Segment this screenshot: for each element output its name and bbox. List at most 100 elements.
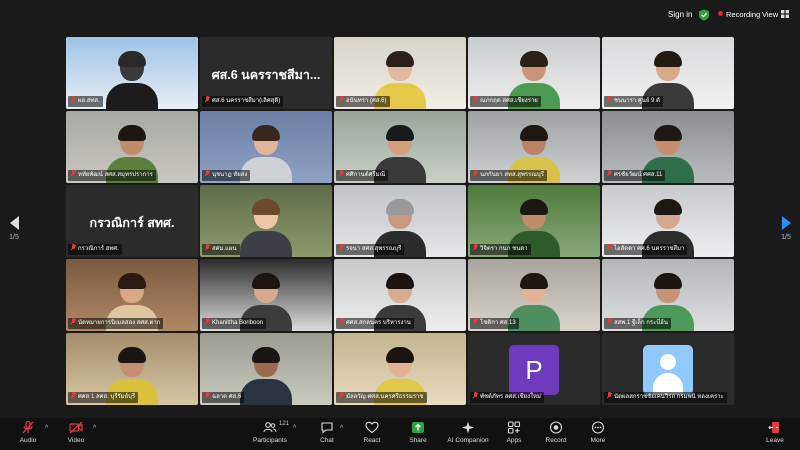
participant-tile[interactable]: ฉลาด ศส.6 (200, 333, 332, 405)
participant-tile[interactable]: โชติกา ศส.13 (468, 259, 600, 331)
participant-tile[interactable]: กรวณิการ์ สทศ. กรวณิการ์ สทศ. (66, 185, 198, 257)
participant-nameplate: ผอ.สทส. (68, 96, 103, 107)
share-screen-icon (412, 422, 424, 433)
participant-nameplate: พัชต์ภัทร สศส.เชียงใหม่ (470, 392, 544, 403)
mic-muted-icon (70, 318, 76, 325)
apps-label: Apps (506, 437, 522, 444)
participant-tile[interactable]: ศศส 1 สศส. บุรีรัมย์บุรี (66, 333, 198, 405)
mic-muted-icon (204, 170, 210, 177)
participant-tile[interactable]: มัลลวัญ ศศส.นครศรีธรรมราช (334, 333, 466, 405)
participant-tile[interactable]: รจนา สศส.สุพรรณบุรี (334, 185, 466, 257)
top-bar: Sign in Recording View (0, 0, 800, 30)
participant-tile[interactable]: ไอลัดดา ศศ.6 นครราชสีมา (602, 185, 734, 257)
participant-tile[interactable]: ณภกฤต สศส.เชียงราย (468, 37, 600, 109)
participant-nameplate: ศรชัยวัฒน์ ศศส.11 (604, 170, 666, 181)
ai-companion-button[interactable]: AI Companion (446, 421, 490, 444)
participant-tile[interactable]: สสพ.1 ฐีเล็ก กระบี่ฮ้น (602, 259, 734, 331)
meeting-toolbar: Audio ^ Video ^ Participants 121 ^ Chat … (0, 418, 800, 450)
mic-muted-icon (70, 96, 76, 103)
participant-nameplate: อนันทรา (ศส.6) (336, 96, 390, 107)
participant-tile[interactable]: นัดหมายการนิเมลสอง สศส.ตาก (66, 259, 198, 331)
participants-label: Participants (253, 437, 287, 444)
record-button[interactable]: Record (534, 421, 578, 444)
more-label: More (590, 437, 606, 444)
video-button[interactable]: Video (54, 421, 98, 444)
participant-name: ณภกฤต สศส.เชียงราย (480, 98, 538, 104)
participant-name: ศศิกานต์ศรีมณี (346, 172, 386, 178)
react-button[interactable]: React (350, 421, 394, 444)
participant-tile[interactable]: ศศส.สกลนคร บริหารงาน (334, 259, 466, 331)
participant-name: สศม.แผน (212, 246, 237, 252)
participant-nameplate: โชติกา ศส.13 (470, 318, 519, 329)
participant-tile[interactable]: ชนนารา ศูนย์ 9 ตั (602, 37, 734, 109)
mic-muted-icon (338, 318, 344, 325)
mic-off-icon (22, 421, 34, 434)
page-indicator-right: 1/5 (781, 234, 791, 241)
participant-tile[interactable]: นุชนาฏ ทัยสง (200, 111, 332, 183)
participant-name: ศศส.สกลนคร บริหารงาน (346, 320, 411, 326)
sign-in-button[interactable]: Sign in (660, 6, 700, 24)
leave-button[interactable]: Leave (760, 421, 790, 444)
react-label: React (363, 437, 381, 444)
participant-display-name: ศส.6 นครราชสีมา... (211, 68, 321, 82)
video-options-caret[interactable]: ^ (93, 425, 96, 432)
participant-name: ศศส 1 สศส. บุรีรัมย์บุรี (78, 394, 136, 400)
share-label: Share (409, 437, 427, 444)
participant-name: กรวณิการ์ สทศ. (78, 246, 119, 252)
participant-name: นัดหมายการนิเมลสอง สศส.ตาก (78, 320, 161, 326)
mic-muted-icon (606, 392, 612, 399)
more-button[interactable]: More (576, 421, 620, 444)
chat-icon (321, 422, 333, 434)
share-button[interactable]: Share (396, 421, 440, 444)
participant-tile[interactable]: Khanittha Boriboon (200, 259, 332, 331)
participant-tile[interactable]: ศรชัยวัฒน์ ศศส.11 (602, 111, 734, 183)
arrow-left-icon (9, 216, 19, 230)
mic-muted-icon (204, 318, 210, 325)
participant-tile[interactable]: ศส.6 นครราชสีมา... ศส.6 นครราชสีมา(เลิศสุ… (200, 37, 332, 109)
participant-tile[interactable]: หทัยพัฒน์ สศส.สมุทรปราการ (66, 111, 198, 183)
participant-tile[interactable]: วิจิตรา กนก ชนตา (468, 185, 600, 257)
participant-name: รจนา สศส.สุพรรณบุรี (346, 246, 402, 252)
ai-companion-label: AI Companion (447, 437, 489, 444)
encryption-shield-icon[interactable] (698, 9, 710, 21)
participant-nameplate: นุชนาฏ ทัยสง (202, 170, 251, 181)
participant-name: นุชนาฏ ทัยสง (212, 172, 248, 178)
participant-nameplate: สศม.แผน (202, 244, 240, 255)
participant-nameplate: หทัยพัฒน์ สศส.สมุทรปราการ (68, 170, 156, 181)
apps-button[interactable]: Apps (492, 421, 536, 444)
participant-nameplate: ศศิกานต์ศรีมณี (336, 170, 389, 181)
participant-nameplate: ไอลัดดา ศศ.6 นครราชสีมา (604, 244, 688, 255)
next-page-button[interactable]: 1/5 (776, 216, 796, 241)
participant-name: นภกันยา สทส.สุพรรณบุรี (480, 172, 544, 178)
mic-muted-icon (472, 392, 478, 399)
participant-tile[interactable]: ศศิกานต์ศรีมณี (334, 111, 466, 183)
participant-nameplate: รจนา สศส.สุพรรณบุรี (336, 244, 405, 255)
audio-options-caret[interactable]: ^ (45, 425, 48, 432)
chat-options-caret[interactable]: ^ (340, 425, 343, 432)
audio-button[interactable]: Audio (6, 421, 50, 444)
mic-muted-icon (338, 244, 344, 251)
participant-nameplate: วิจิตรา กนก ชนตา (470, 244, 531, 255)
view-button[interactable]: View (762, 7, 790, 23)
recording-indicator[interactable]: Recording (718, 7, 760, 23)
participant-name: พัชต์ภัทร สศส.เชียงใหม่ (480, 394, 541, 400)
heart-react-icon (365, 421, 379, 434)
participant-name: ชนนารา ศูนย์ 9 ตั (614, 98, 660, 104)
mic-muted-icon (204, 96, 210, 103)
record-icon (549, 421, 563, 434)
participant-silhouette (240, 347, 292, 405)
participant-tile[interactable]: นัตผลสกราชชัยเคนวิรถ กรมพนิ หลงเคราะ (602, 333, 734, 405)
participant-tile[interactable]: P พัชต์ภัทร สศส.เชียงใหม่ (468, 333, 600, 405)
grid-view-icon (781, 10, 790, 18)
mic-muted-icon (472, 244, 478, 251)
participant-name: วิจิตรา กนก ชนตา (480, 246, 528, 252)
participant-tile[interactable]: ผอ.สทส. (66, 37, 198, 109)
participant-nameplate: มัลลวัญ ศศส.นครศรีธรรมราช (336, 392, 427, 403)
participant-tile[interactable]: นภกันยา สทส.สุพรรณบุรี (468, 111, 600, 183)
participants-options-caret[interactable]: ^ (293, 425, 296, 432)
previous-page-button[interactable]: 1/5 (4, 216, 24, 241)
more-icon (591, 421, 605, 434)
participant-nameplate: กรวณิการ์ สทศ. (68, 244, 122, 255)
participant-tile[interactable]: สศม.แผน (200, 185, 332, 257)
participant-tile[interactable]: อนันทรา (ศส.6) (334, 37, 466, 109)
